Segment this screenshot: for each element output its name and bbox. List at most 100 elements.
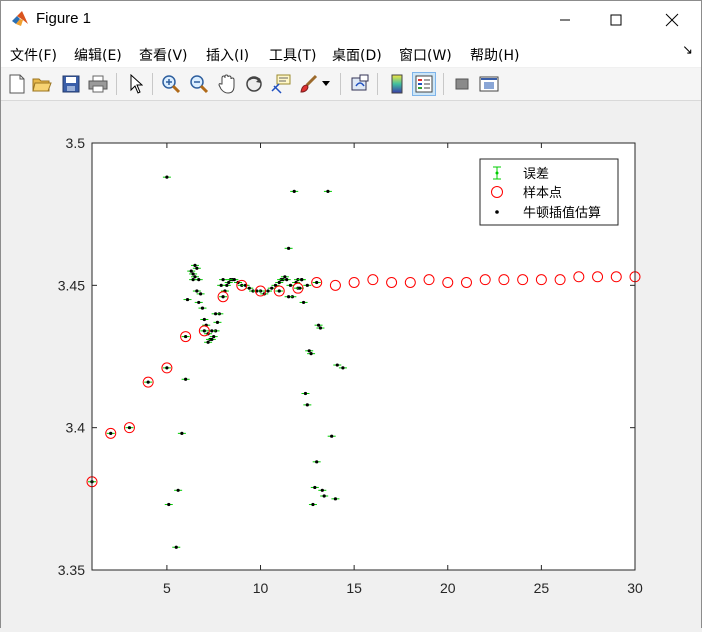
dock-figure-icon[interactable]: ↘ (682, 43, 693, 58)
open-file-button[interactable] (30, 72, 54, 96)
data-cursor-button[interactable] (269, 72, 293, 96)
estimate-point (322, 494, 326, 498)
menu-view[interactable]: 查看(V) (139, 45, 188, 65)
estimate-point (277, 280, 281, 285)
new-figure-button[interactable] (5, 72, 29, 96)
rotate-3d-icon (246, 76, 262, 92)
legend[interactable]: 误差 样本点 牛顿插值估算 (479, 158, 619, 226)
estimate-point (227, 280, 231, 285)
link-plot-button[interactable] (348, 72, 372, 96)
y-tick-label: 3.45 (58, 277, 85, 293)
hide-plot-tools-button[interactable] (450, 72, 474, 96)
colorbar-button[interactable] (385, 72, 409, 96)
estimate-point (315, 280, 319, 285)
menu-help[interactable]: 帮助(H) (470, 45, 519, 65)
y-tick-labels: 3.35 3.4 3.45 3.5 (58, 135, 85, 578)
zoom-out-icon (190, 75, 209, 94)
rotate-3d-button[interactable] (242, 72, 266, 96)
zoom-out-button[interactable] (187, 72, 211, 96)
print-button[interactable] (86, 72, 110, 96)
title-bar[interactable]: Figure 1 (1, 1, 701, 39)
estimate-point (221, 295, 225, 299)
colorbar-icon (391, 74, 403, 94)
toolbar-separator (116, 73, 117, 95)
pan-hand-icon (218, 74, 235, 94)
estimate-point (191, 278, 195, 282)
legend-label-estimate: 牛顿插值估算 (523, 205, 601, 221)
estimate-point (301, 300, 306, 305)
brush-dropdown[interactable] (319, 72, 333, 96)
estimate-point (193, 263, 197, 268)
estimate-point (277, 289, 281, 293)
menu-window[interactable]: 窗口(W) (399, 45, 452, 65)
menu-desktop[interactable]: 桌面(D) (332, 45, 382, 65)
chart-svg[interactable]: 5 10 15 20 25 30 3.35 3.4 3.45 3.5 误差 样本点 牛顿插值估算 (1, 101, 701, 628)
x-tick-label: 30 (627, 580, 643, 596)
estimate-point (185, 297, 190, 302)
menu-tools[interactable]: 工具(T) (269, 45, 316, 65)
estimate-point (318, 326, 323, 330)
zoom-in-button[interactable] (159, 72, 183, 96)
pointer-button[interactable] (124, 72, 148, 96)
estimate-point (195, 266, 199, 270)
estimate-point (197, 300, 201, 305)
estimate-point (180, 431, 184, 435)
legend-label-sample: 样本点 (523, 186, 562, 201)
y-tick-label: 3.35 (58, 562, 85, 578)
x-tick-label: 15 (346, 580, 362, 596)
new-figure-icon (9, 74, 25, 94)
estimate-point (232, 278, 236, 282)
estimate-point (335, 363, 339, 367)
estimate-point (311, 502, 315, 507)
x-tick-label: 25 (534, 580, 550, 596)
window-title: Figure 1 (36, 10, 92, 27)
menu-insert[interactable]: 插入(I) (206, 45, 249, 65)
pointer-icon (130, 74, 143, 94)
menu-edit[interactable]: 编辑(E) (74, 45, 122, 65)
legend-icon (415, 75, 433, 93)
estimate-point (212, 334, 216, 339)
link-plot-icon (351, 74, 369, 91)
show-plot-tools-button[interactable] (477, 72, 501, 96)
open-file-icon (32, 78, 52, 92)
estimate-point (330, 434, 334, 438)
legend-button[interactable] (412, 72, 436, 96)
save-icon (62, 75, 80, 93)
estimate-point (307, 349, 311, 353)
estimate-point (266, 289, 270, 293)
menu-bar: 文件(F) 编辑(E) 查看(V) 插入(I) 工具(T) 桌面(D) 窗口(W… (1, 39, 701, 67)
estimate-point (288, 283, 293, 287)
estimate-point (305, 403, 309, 407)
figure-canvas[interactable]: 5 10 15 20 25 30 3.35 3.4 3.45 3.5 误差 样本点 牛顿插值估算 (1, 101, 701, 628)
estimate-point (305, 283, 309, 287)
hide-plot-tools-icon (455, 78, 469, 90)
estimate-point (210, 329, 214, 333)
estimate-point (292, 189, 296, 193)
estimate-point (341, 366, 345, 370)
estimate-point (313, 485, 317, 490)
close-icon (665, 13, 679, 27)
estimate-point (176, 488, 180, 492)
minimize-button[interactable] (538, 1, 592, 39)
minimize-icon (560, 19, 570, 21)
brush-button[interactable] (297, 72, 321, 96)
legend-estimate-marker (495, 210, 499, 214)
estimate-point (225, 283, 229, 287)
save-button[interactable] (59, 72, 83, 96)
estimate-point (206, 340, 210, 344)
chevron-down-icon (322, 81, 330, 86)
maximize-button[interactable] (589, 1, 643, 39)
menu-file[interactable]: 文件(F) (10, 45, 57, 65)
x-tick-label: 5 (163, 580, 171, 596)
estimate-point (184, 334, 188, 339)
pan-button[interactable] (215, 72, 239, 96)
estimate-point (109, 431, 113, 435)
estimate-point (309, 352, 313, 356)
estimate-point (315, 460, 319, 464)
close-button[interactable] (645, 1, 699, 39)
y-tick-label: 3.4 (66, 420, 86, 436)
estimate-point (283, 275, 287, 279)
estimate-point (213, 312, 218, 316)
estimate-point (333, 497, 338, 501)
matlab-logo-icon (12, 11, 28, 26)
